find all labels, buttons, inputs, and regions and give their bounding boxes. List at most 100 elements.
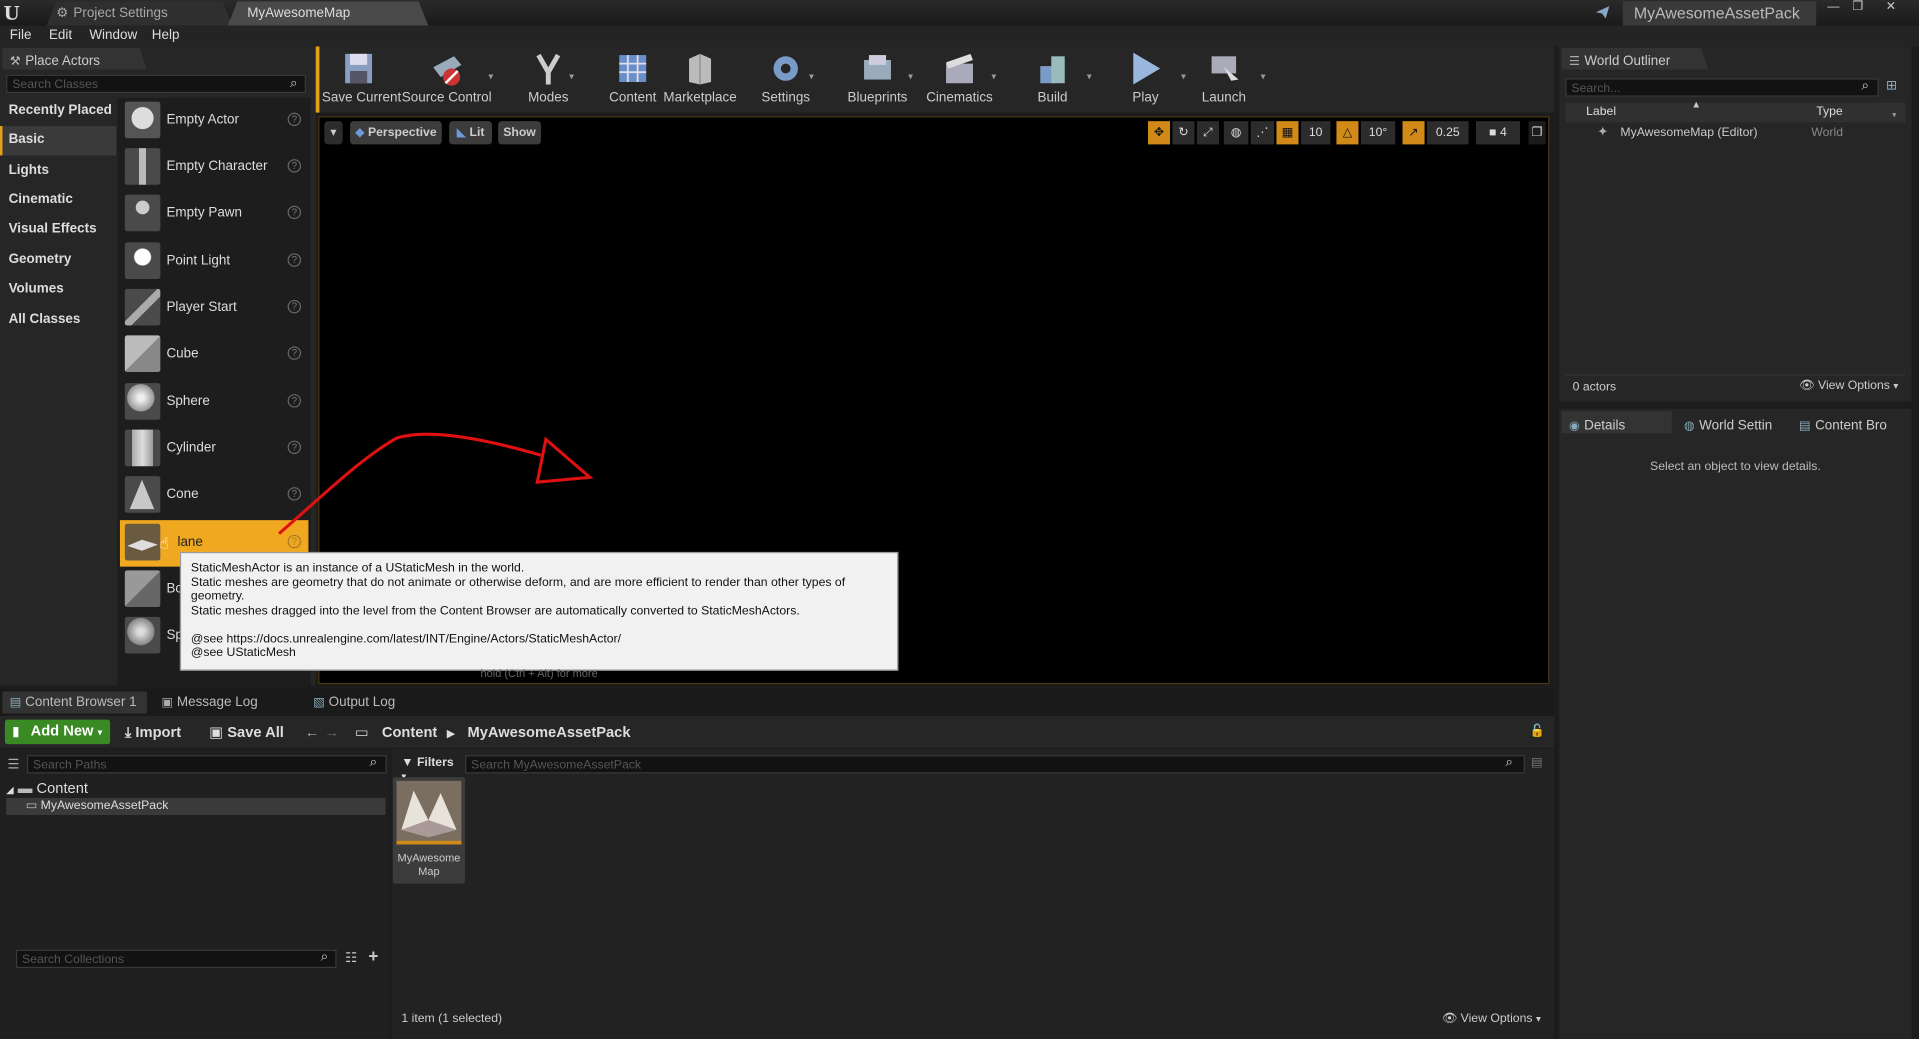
world-outliner-tab[interactable]: ☰ World Outliner [1562, 48, 1709, 70]
actor-item-sphere[interactable]: Sphere ? [120, 379, 308, 426]
add-new-button[interactable]: ▮ Add New ▾ [4, 719, 111, 745]
outliner-view-options[interactable]: 👁 View Options ▾ [1799, 379, 1898, 392]
tab-world-settings[interactable]: ◍ World Settin [1677, 411, 1790, 434]
chevron-down-icon[interactable]: ▾ [569, 71, 574, 82]
category-visual-effects[interactable]: Visual Effects [0, 215, 116, 244]
cinematics-button[interactable]: Cinematics [925, 47, 994, 108]
rotate-tool-icon[interactable]: ↻ [1172, 121, 1195, 145]
launch-button[interactable]: Launch [1198, 47, 1249, 108]
world-local-icon[interactable]: ◍ [1223, 121, 1249, 145]
help-icon[interactable]: ? [287, 346, 302, 360]
help-icon[interactable]: ? [287, 394, 302, 408]
toggle-sources-icon[interactable]: ☰ [7, 756, 19, 773]
blueprints-button[interactable]: Blueprints [846, 47, 910, 108]
maximize-viewport-icon[interactable]: ❐ [1528, 121, 1546, 145]
outliner-row[interactable]: ✦ MyAwesomeMap (Editor) World [1565, 124, 1905, 142]
chevron-down-icon[interactable]: ▾ [1261, 71, 1266, 82]
tab-project-settings[interactable]: ⚙ Project Settings [47, 1, 233, 25]
actor-item-point-light[interactable]: Point Light ? [120, 239, 308, 286]
scale-snap-icon[interactable]: ↗ [1402, 121, 1425, 145]
tab-content-browser-1[interactable]: ▤ Content Browser 1 [2, 691, 147, 714]
category-volumes[interactable]: Volumes [0, 275, 116, 304]
forward-arrow-icon[interactable]: → [324, 723, 339, 740]
grid-snap-value[interactable]: 10 [1300, 121, 1331, 145]
menu-help[interactable]: Help [152, 28, 180, 43]
category-recently-placed[interactable]: Recently Placed [0, 97, 116, 126]
back-arrow-icon[interactable]: ← [305, 723, 320, 740]
category-cinematic[interactable]: Cinematic [0, 186, 116, 215]
tree-item-content[interactable]: ◢ ▬ Content [6, 780, 88, 797]
asset-tile-myawesomemap[interactable]: MyAwesome Map [392, 777, 466, 884]
help-icon[interactable]: ? [287, 205, 302, 220]
filters-button[interactable]: ▼ Filters ▾ [397, 756, 461, 782]
tab-content-browser-2[interactable]: ▤ Content Bro [1794, 411, 1907, 434]
asset-view-options[interactable]: 👁 View Options ▾ [1442, 1012, 1541, 1025]
minimize-icon[interactable]: — [1822, 0, 1844, 15]
actor-item-cube[interactable]: Cube ? [120, 332, 308, 379]
column-label-header[interactable]: Label [1586, 105, 1616, 118]
category-all-classes[interactable]: All Classes [0, 306, 116, 335]
place-actors-tab[interactable]: ⚒ Place Actors [2, 48, 146, 70]
column-type-header[interactable]: Type [1816, 105, 1843, 118]
grid-snap-icon[interactable]: ▦ [1276, 121, 1299, 145]
actor-item-player-start[interactable]: Player Start ? [120, 285, 308, 332]
asset-search-input[interactable]: Search MyAwesomeAssetPack [465, 755, 1525, 774]
source-control-button[interactable]: Source Control [401, 47, 492, 108]
menu-window[interactable]: Window [89, 28, 137, 43]
unreal-logo-icon[interactable]: U [4, 2, 25, 24]
breadcrumb-asset-pack[interactable]: MyAwesomeAssetPack [468, 723, 631, 740]
category-geometry[interactable]: Geometry [0, 246, 116, 275]
settings-button[interactable]: Settings [759, 47, 813, 108]
lock-icon[interactable]: 🔓 [1530, 725, 1545, 738]
help-icon[interactable]: ? [287, 112, 302, 127]
viewport-options-dropdown[interactable]: ▾ [324, 121, 343, 145]
save-search-icon[interactable]: ▤ [1531, 756, 1543, 769]
scale-snap-value[interactable]: 0.25 [1427, 121, 1469, 145]
marketplace-button[interactable]: Marketplace [663, 47, 737, 108]
menu-edit[interactable]: Edit [49, 28, 72, 43]
actor-item-empty-character[interactable]: Empty Character ? [120, 144, 308, 191]
rotation-snap-value[interactable]: 10° [1360, 121, 1396, 145]
chevron-down-icon[interactable]: ▾ [908, 71, 913, 82]
close-icon[interactable]: ✕ [1880, 0, 1902, 15]
tab-myawesomemap[interactable]: MyAwesomeMap [228, 1, 429, 25]
help-icon[interactable]: ? [287, 299, 302, 314]
camera-speed-button[interactable]: ■ 4 [1475, 121, 1521, 145]
chevron-down-icon[interactable]: ▾ [809, 71, 814, 82]
translate-tool-icon[interactable]: ✥ [1147, 121, 1171, 145]
import-button[interactable]: ⤓ Import [125, 723, 181, 741]
tab-details[interactable]: ◉ Details [1561, 411, 1672, 434]
chevron-down-icon[interactable]: ▾ [488, 71, 493, 82]
search-classes-input[interactable]: Search Classes [6, 74, 306, 94]
chevron-down-icon[interactable]: ▾ [1892, 110, 1896, 120]
add-collection-icon[interactable]: + [368, 946, 378, 966]
outliner-search-input[interactable]: Search... [1565, 78, 1879, 97]
actor-item-empty-actor[interactable]: Empty Actor ? [120, 98, 308, 145]
restore-icon[interactable]: ❐ [1847, 0, 1869, 15]
play-button[interactable]: Play [1121, 47, 1170, 108]
add-folder-icon[interactable]: ⊞ [1886, 77, 1897, 93]
chevron-right-icon[interactable]: ▶ [447, 727, 455, 740]
save-all-button[interactable]: ▣ Save All [209, 723, 284, 740]
content-button[interactable]: Content [607, 47, 658, 108]
build-button[interactable]: Build [1028, 47, 1077, 108]
show-button[interactable]: Show [498, 121, 541, 145]
surface-snap-icon[interactable]: ⋰ [1250, 121, 1275, 145]
modes-button[interactable]: Modes [521, 47, 575, 108]
perspective-button[interactable]: ◆ Perspective [350, 121, 442, 145]
help-icon[interactable]: ? [287, 253, 302, 267]
chevron-down-icon[interactable]: ▾ [1087, 71, 1092, 82]
tree-item-myawesomeassetpack[interactable]: ▭ MyAwesomeAssetPack [6, 797, 386, 816]
search-paths-input[interactable]: Search Paths [26, 755, 387, 774]
scale-tool-icon[interactable]: ⤢ [1196, 121, 1219, 145]
chevron-down-icon[interactable]: ▾ [991, 71, 996, 82]
category-basic[interactable]: Basic [0, 126, 117, 156]
actor-item-empty-pawn[interactable]: Empty Pawn ? [120, 191, 308, 238]
breadcrumb-content[interactable]: Content [382, 723, 437, 740]
chevron-down-icon[interactable]: ▾ [1181, 71, 1186, 82]
menu-file[interactable]: File [10, 28, 32, 43]
collections-list-icon[interactable]: ☷ [345, 950, 357, 966]
help-icon[interactable]: ? [287, 159, 302, 173]
category-lights[interactable]: Lights [0, 157, 116, 186]
rotation-snap-icon[interactable]: △ [1336, 121, 1359, 145]
